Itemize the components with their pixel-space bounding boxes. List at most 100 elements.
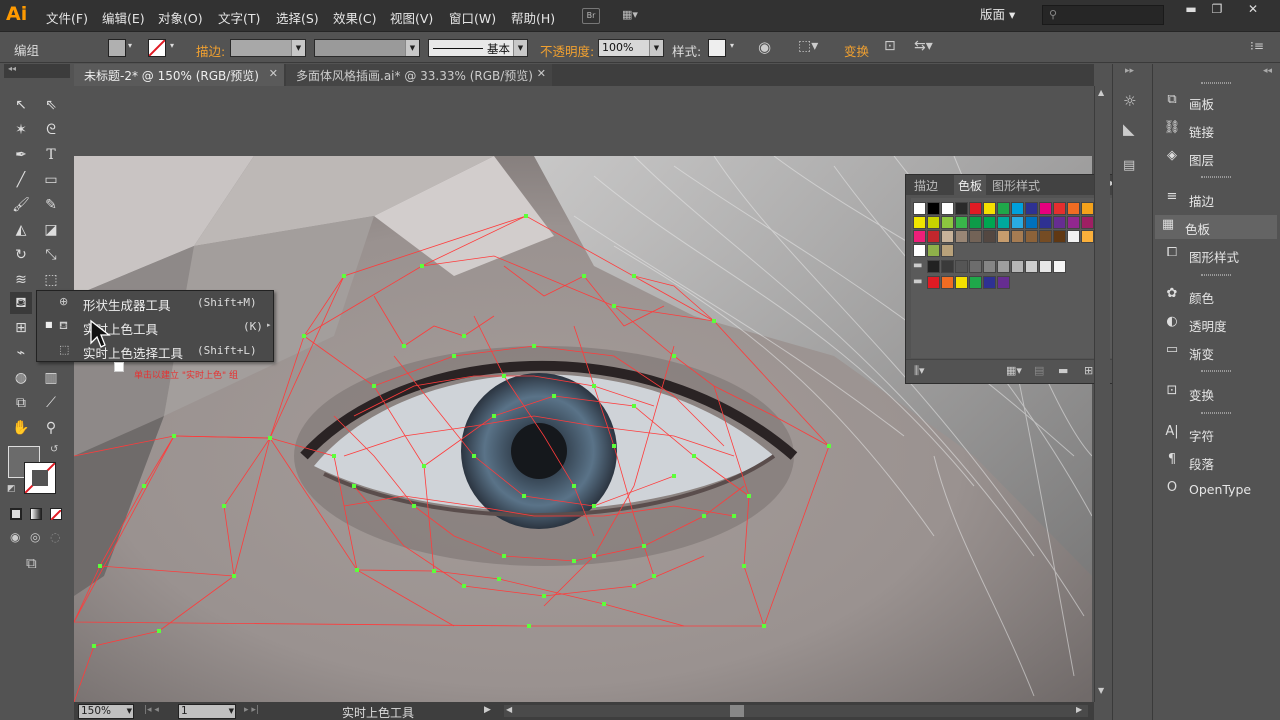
panel-menu-icon[interactable]: ⁝≡ [1250,39,1264,53]
dock-item-gradient[interactable]: ▭ 渐变 [1159,340,1277,364]
swatch-libraries-icon[interactable]: ⫼▾ [914,364,925,378]
eraser-tool-icon[interactable]: ◪ [40,219,62,241]
tab-polyhedral-illustration[interactable]: 多面体风格插画.ai* @ 33.33% (RGB/预览) ✕ [286,64,552,86]
color-swatch[interactable] [1039,260,1052,273]
color-swatch[interactable] [997,230,1010,243]
stroke-label[interactable]: 描边: [196,41,225,60]
color-mode-icon[interactable] [10,508,22,520]
variable-width-profile[interactable]: ▼ [314,39,420,57]
color-swatch[interactable] [1081,202,1094,215]
scroll-down-icon[interactable]: ▼ [1098,686,1104,695]
color-swatch[interactable] [1081,216,1094,229]
blob-brush-tool-icon[interactable]: ◭ [10,219,32,241]
color-swatch[interactable] [969,216,982,229]
vertical-scrollbar[interactable]: ▲ ▼ [1094,86,1110,702]
color-swatch[interactable] [1011,260,1024,273]
tab-swatches[interactable]: 色板 [954,175,987,195]
brushes-panel-icon[interactable]: ◣ [1123,120,1135,138]
eyedropper-tool-icon[interactable]: ⌁ [10,342,32,364]
menu-file[interactable]: 文件(F) [46,8,88,27]
shape-builder-tool-item[interactable]: ⊕ 形状生成器工具 (Shift+M) [37,291,273,315]
color-swatch[interactable] [955,202,968,215]
color-swatch[interactable] [1011,202,1024,215]
opacity-label[interactable]: 不透明度: [540,41,594,60]
tab-untitled-2[interactable]: 未标题-2* @ 150% (RGB/预览) ✕ [74,64,284,86]
color-swatch[interactable] [927,202,940,215]
mesh-tool-icon[interactable]: ⊞ [10,317,32,339]
color-swatch[interactable] [997,216,1010,229]
zoom-level-field[interactable]: 150% ▼ [78,704,134,719]
width-tool-icon[interactable]: ≋ [10,269,32,291]
color-swatch[interactable] [1053,216,1066,229]
tab-graphic-styles[interactable]: 图形样式 [992,177,1040,194]
lasso-tool-icon[interactable]: ᘓ [40,119,62,141]
color-swatch[interactable] [1067,230,1080,243]
color-swatch[interactable] [913,244,926,257]
zoom-tool-icon[interactable]: ⚲ [40,417,62,439]
brush-definition-dropdown[interactable]: 基本 ▼ [428,39,528,57]
color-swatch[interactable] [969,202,982,215]
type-tool-icon[interactable]: T [40,144,62,166]
dock-item-swatches[interactable]: ▦ 色板 [1155,215,1277,239]
color-swatch[interactable] [927,244,940,257]
draw-behind-icon[interactable]: ◎ [30,530,40,544]
last-artboard-icon[interactable]: ▸ ▸| [244,705,259,715]
stroke-color-swatch[interactable] [148,39,166,57]
menu-effect[interactable]: 效果(C) [333,8,376,27]
dock-item-transform[interactable]: ⊡ 变换 [1159,381,1277,405]
dock-item-graphic-styles[interactable]: ⧠ 图形样式 [1159,243,1277,267]
color-swatch[interactable] [941,276,954,289]
color-swatch[interactable] [1067,216,1080,229]
dock-group-handle[interactable] [1201,412,1231,414]
color-swatch[interactable] [913,216,926,229]
color-swatch[interactable] [941,230,954,243]
dock-item-stroke[interactable]: ≡ 描边 [1159,187,1277,211]
transform-label[interactable]: 变换 [844,41,869,60]
stroke-color-box[interactable] [24,462,56,494]
menu-edit[interactable]: 编辑(E) [102,8,145,27]
scroll-thumb[interactable] [730,705,744,717]
menu-object[interactable]: 对象(O) [158,8,203,27]
color-swatch[interactable] [1025,216,1038,229]
color-swatch[interactable] [969,276,982,289]
menu-select[interactable]: 选择(S) [276,8,319,27]
graphic-style-swatch[interactable] [708,39,726,57]
status-menu-arrow-icon[interactable]: ▶ [484,705,491,715]
expand-dock-icon[interactable]: ◂◂ [1263,66,1272,76]
tab-stroke[interactable]: 描边 [914,177,938,194]
default-fill-stroke-icon[interactable]: ◩ [7,484,16,494]
none-mode-icon[interactable] [50,508,62,521]
arrange-documents-button[interactable]: ▦▾ [622,8,650,24]
dock-item-color[interactable]: ✿ 颜色 [1159,284,1277,308]
column-graph-tool-icon[interactable]: ▥ [40,367,62,389]
first-artboard-icon[interactable]: |◂ ◂ [144,705,159,715]
color-swatch[interactable] [1039,202,1052,215]
live-paint-bucket-tool-icon[interactable]: ⛾ [10,292,32,314]
color-swatch[interactable] [997,202,1010,215]
color-swatch[interactable] [983,230,996,243]
menu-view[interactable]: 视图(V) [390,8,433,27]
isolate-group-icon[interactable]: ⊡ [884,38,896,54]
color-swatch[interactable] [927,276,940,289]
appearance-panel-icon[interactable]: ☼ [1123,92,1136,110]
color-swatch[interactable] [955,230,968,243]
pen-tool-icon[interactable]: ✒ [10,144,32,166]
workspace-switcher[interactable]: 版面 ▾ [974,6,1032,26]
color-swatch[interactable] [1053,230,1066,243]
scroll-up-icon[interactable]: ▲ [1098,88,1104,97]
restore-button[interactable]: ❐ [1202,2,1232,20]
close-icon[interactable]: ✕ [269,67,278,80]
dock-item-links[interactable]: ⛓ 链接 [1159,118,1277,142]
color-swatch[interactable] [913,202,926,215]
live-paint-selection-tool-item[interactable]: ⬚ 实时上色选择工具 (Shift+L) [37,339,273,363]
color-swatch[interactable] [941,202,954,215]
menu-type[interactable]: 文字(T) [218,8,260,27]
color-swatch[interactable] [955,276,968,289]
gradient-mode-icon[interactable] [30,508,42,520]
draw-inside-icon[interactable]: ◌ [50,530,60,544]
menu-window[interactable]: 窗口(W) [449,8,496,27]
color-swatch[interactable] [983,202,996,215]
new-color-group-icon[interactable]: ▬ [1058,364,1068,377]
color-swatch[interactable] [997,276,1010,289]
color-swatch[interactable] [1025,230,1038,243]
